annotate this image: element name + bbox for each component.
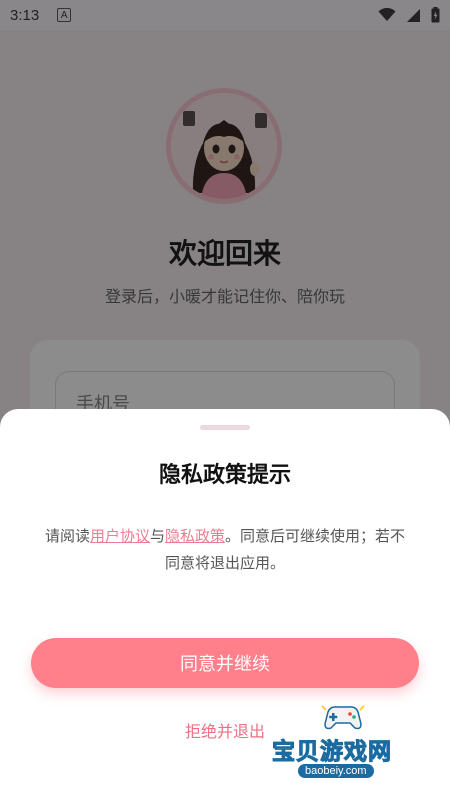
status-icons (378, 7, 440, 23)
watermark-text: 宝贝游戏网 (272, 739, 392, 766)
site-watermark: 宝贝游戏网 baobeiy.com (272, 700, 422, 790)
signal-icon (407, 8, 420, 22)
agree-continue-button[interactable]: 同意并继续 (31, 638, 419, 688)
watermark-url: baobeiy.com (298, 764, 374, 778)
sheet-drag-handle[interactable] (200, 425, 250, 430)
body-prefix: 请阅读 (44, 527, 90, 545)
notification-badge: A (57, 8, 72, 22)
privacy-sheet-body: 请阅读用户协议与隐私政策。同意后可继续使用；若不同意将退出应用。 (40, 523, 410, 577)
privacy-sheet-title: 隐私政策提示 (158, 463, 291, 488)
user-agreement-link[interactable]: 用户协议 (90, 527, 150, 545)
gamepad-icon (321, 705, 365, 730)
privacy-policy-link[interactable]: 隐私政策 (165, 527, 225, 545)
battery-icon (431, 7, 440, 23)
body-connector: 与 (149, 527, 165, 545)
wifi-icon (378, 8, 396, 21)
status-bar: 3:13 A (0, 0, 450, 30)
status-time: 3:13 (10, 6, 40, 24)
